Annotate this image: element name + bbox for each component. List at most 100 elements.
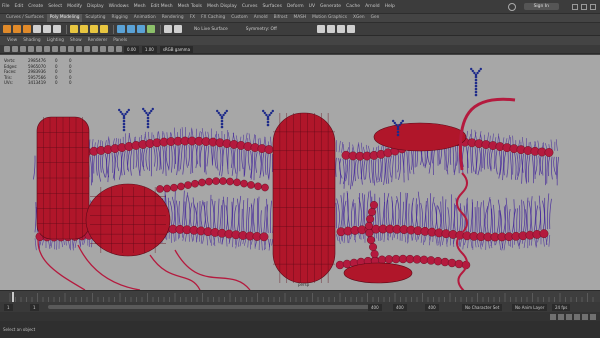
- menu-item-select[interactable]: Select: [48, 4, 62, 9]
- hypershade-icon[interactable]: [147, 25, 155, 33]
- xray-icon[interactable]: [108, 46, 114, 52]
- menu-item-modify[interactable]: Modify: [67, 4, 82, 9]
- construction-history-icon[interactable]: [174, 25, 182, 33]
- render-settings-icon[interactable]: [137, 25, 145, 33]
- film-gate-icon[interactable]: [44, 46, 50, 52]
- shelf-tab-mash[interactable]: MASH: [290, 14, 309, 22]
- viewport-menu-shading[interactable]: Shading: [20, 37, 43, 45]
- snap-curve-icon[interactable]: [80, 25, 88, 33]
- isolate-select-icon[interactable]: [116, 46, 122, 52]
- menu-item-deform[interactable]: Deform: [287, 4, 304, 9]
- time-slider[interactable]: [0, 290, 600, 302]
- textured-icon[interactable]: [76, 46, 82, 52]
- viewport-menu-panels[interactable]: Panels: [110, 37, 130, 45]
- menu-item-edit-mesh[interactable]: Edit Mesh: [151, 4, 173, 9]
- menu-item-surfaces[interactable]: Surfaces: [262, 4, 282, 9]
- menu-item-cache[interactable]: Cache: [346, 4, 360, 9]
- camera-select-icon[interactable]: [4, 46, 10, 52]
- end-time-field[interactable]: 400: [393, 303, 407, 311]
- menu-item-mesh-tools[interactable]: Mesh Tools: [178, 4, 202, 9]
- ambient-occlusion-icon[interactable]: [100, 46, 106, 52]
- character-set-menu[interactable]: No Character Set: [462, 303, 503, 311]
- snap-surface-icon[interactable]: [100, 25, 108, 33]
- menu-item-windows[interactable]: Windows: [109, 4, 129, 9]
- attribute-editor-icon[interactable]: [336, 25, 345, 33]
- command-line[interactable]: [0, 312, 600, 321]
- lasso-tool-icon[interactable]: [13, 25, 21, 33]
- shelf-tab-custom[interactable]: Custom: [228, 14, 250, 22]
- shelf-tab-rendering[interactable]: Rendering: [159, 14, 187, 22]
- menu-item-edit[interactable]: Edit: [15, 4, 24, 9]
- menu-item-arnold[interactable]: Arnold: [365, 4, 380, 9]
- channel-box-icon[interactable]: [326, 25, 335, 33]
- gamma-field[interactable]: 1.00: [141, 45, 157, 53]
- viewport-menu-lighting[interactable]: Lighting: [44, 37, 67, 45]
- menu-item-mesh-display[interactable]: Mesh Display: [207, 4, 237, 9]
- tool-settings-icon[interactable]: [346, 25, 355, 33]
- snap-grid-icon[interactable]: [70, 25, 78, 33]
- playback-end-field[interactable]: 400: [368, 303, 382, 311]
- live-surface-label[interactable]: No Live Surface: [194, 27, 228, 32]
- range-bar[interactable]: [48, 305, 378, 309]
- viewport-menu-show[interactable]: Show: [67, 37, 85, 45]
- color-space-field[interactable]: sRGB gamma: [159, 45, 194, 53]
- move-tool-icon[interactable]: [33, 25, 41, 33]
- play-backwards-icon[interactable]: [566, 313, 572, 320]
- viewport-menu-view[interactable]: View: [4, 37, 20, 45]
- menu-item-uv[interactable]: UV: [309, 4, 315, 9]
- grid-icon[interactable]: [36, 46, 42, 52]
- exposure-field[interactable]: 0.00: [124, 45, 139, 53]
- shelf-tab-motion-graphics[interactable]: Motion Graphics: [309, 14, 350, 22]
- search-icon[interactable]: [507, 2, 516, 11]
- rotate-tool-icon[interactable]: [43, 25, 51, 33]
- shelf-tab-fx[interactable]: FX: [187, 14, 198, 22]
- paint-select-icon[interactable]: [23, 25, 31, 33]
- bookmark-icon[interactable]: [20, 46, 26, 52]
- go-to-end-icon[interactable]: [590, 313, 596, 320]
- shelf-tab-gen[interactable]: Gen: [368, 14, 383, 22]
- menu-item-help[interactable]: Help: [385, 4, 395, 9]
- history-icon[interactable]: [164, 25, 172, 33]
- snap-point-icon[interactable]: [90, 25, 98, 33]
- select-tool-icon[interactable]: [3, 25, 11, 33]
- play-forwards-icon[interactable]: [574, 313, 580, 320]
- ipr-render-icon[interactable]: [127, 25, 135, 33]
- minimize-icon[interactable]: [572, 3, 578, 10]
- shelf-tab-xgen[interactable]: XGen: [350, 14, 368, 22]
- menu-item-file[interactable]: File: [2, 4, 10, 9]
- menu-item-generate[interactable]: Generate: [320, 4, 341, 9]
- viewport-menu-renderer[interactable]: Renderer: [85, 37, 111, 45]
- shelf-tab-poly-modeling[interactable]: Poly Modeling: [46, 14, 83, 22]
- anim-layer-menu[interactable]: No Anim Layer: [512, 303, 548, 311]
- menu-item-mesh[interactable]: Mesh: [134, 4, 146, 9]
- shelf-tab-fx-caching[interactable]: FX Caching: [198, 14, 228, 22]
- render-icon[interactable]: [117, 25, 125, 33]
- layout-icon[interactable]: [316, 25, 325, 33]
- shelf-tab-bifrost[interactable]: Bifrost: [271, 14, 291, 22]
- maximize-icon[interactable]: [581, 3, 587, 10]
- shadows-icon[interactable]: [92, 46, 98, 52]
- symmetry-label[interactable]: Symmetry: Off: [246, 27, 277, 32]
- scale-tool-icon[interactable]: [53, 25, 61, 33]
- wireframe-icon[interactable]: [60, 46, 66, 52]
- menu-item-display[interactable]: Display: [87, 4, 104, 9]
- go-to-start-icon[interactable]: [550, 313, 556, 320]
- menu-item-curves[interactable]: Curves: [242, 4, 258, 9]
- camera-attributes-icon[interactable]: [12, 46, 18, 52]
- shelf-tab-curves-surfaces[interactable]: Curves / Surfaces: [3, 14, 47, 22]
- step-back-icon[interactable]: [558, 313, 564, 320]
- animation-end-field[interactable]: 400: [425, 303, 439, 311]
- close-icon[interactable]: [590, 3, 596, 10]
- sign-in-button[interactable]: Sign In: [523, 3, 559, 10]
- shelf-tab-arnold[interactable]: Arnold: [251, 14, 271, 22]
- menu-item-create[interactable]: Create: [28, 4, 43, 9]
- step-forward-icon[interactable]: [582, 313, 588, 320]
- playback-start-field[interactable]: 1: [30, 303, 39, 311]
- shelf-tab-sculpting[interactable]: Sculpting: [82, 14, 108, 22]
- start-time-field[interactable]: 1: [4, 303, 13, 311]
- resolution-gate-icon[interactable]: [52, 46, 58, 52]
- lights-icon[interactable]: [84, 46, 90, 52]
- shelf-tab-animation[interactable]: Animation: [131, 14, 159, 22]
- image-plane-icon[interactable]: [28, 46, 34, 52]
- perspective-viewport[interactable]: Verts: 2985476 0 0 Edges: 5965070 0 0 Faces: 2983…: [0, 55, 600, 290]
